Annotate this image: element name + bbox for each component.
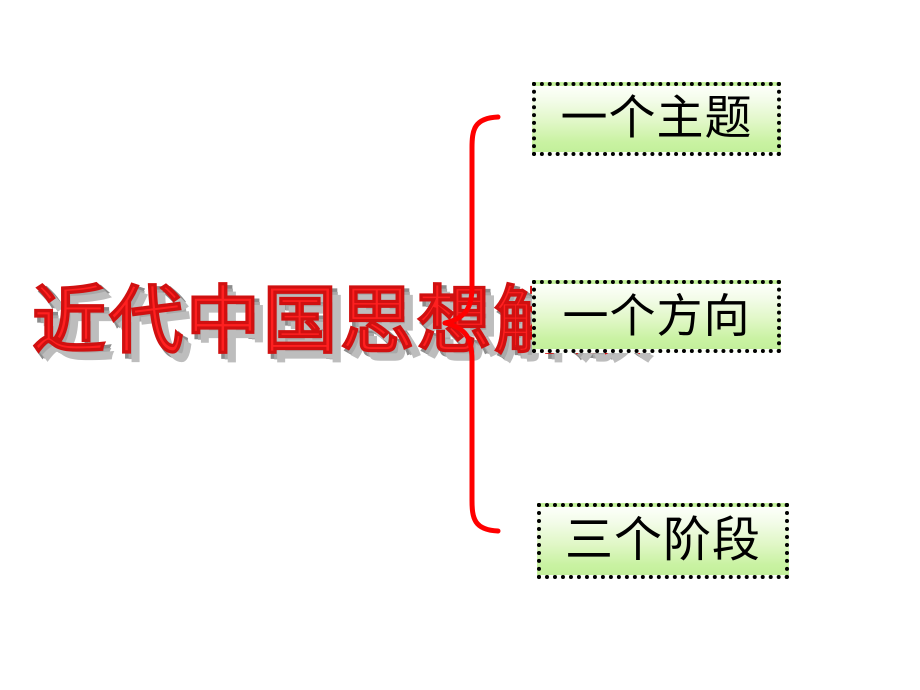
slide-canvas: 近代中国思想解放 近代中国思想解放 近代中国思想解放 近代中国思想解放 一个主题… xyxy=(0,0,920,690)
concept-box-direction-label: 一个方向 xyxy=(562,288,751,343)
concept-box-direction[interactable]: 一个方向 xyxy=(532,280,781,353)
concept-box-stages-label: 三个阶段 xyxy=(564,512,761,568)
concept-box-theme[interactable]: 一个主题 xyxy=(532,82,781,156)
brace-path xyxy=(442,114,501,534)
wordart-title[interactable]: 近代中国思想解放 近代中国思想解放 近代中国思想解放 近代中国思想解放 xyxy=(28,272,655,380)
concept-box-stages[interactable]: 三个阶段 xyxy=(537,503,789,579)
brace-connector xyxy=(442,114,501,534)
concept-box-theme-label: 一个主题 xyxy=(560,90,753,146)
